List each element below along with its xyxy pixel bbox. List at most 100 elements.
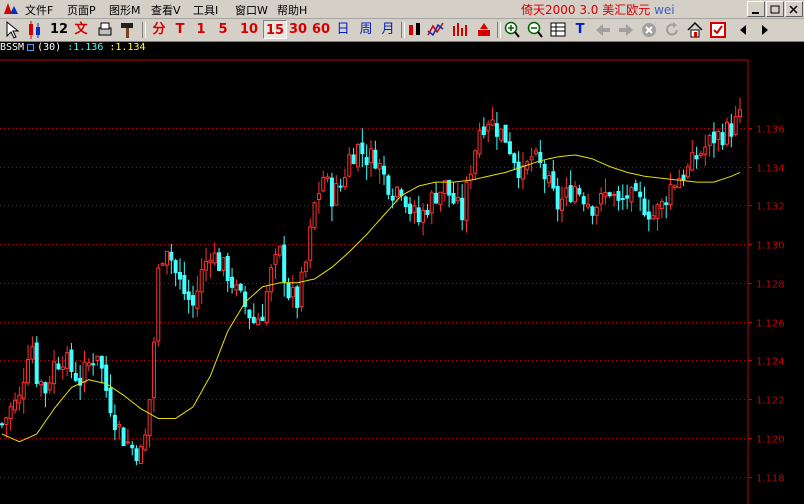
candle-body	[342, 176, 347, 188]
candle-body	[334, 182, 339, 206]
candle-body	[460, 197, 465, 221]
candle-body	[473, 150, 478, 174]
candle-body	[546, 174, 551, 184]
candle-body	[668, 184, 673, 205]
candle-body	[642, 198, 647, 216]
candle-body	[160, 263, 165, 266]
candle-body	[651, 215, 656, 220]
candle-body	[494, 123, 499, 137]
y-tick-label: 1.126	[756, 319, 785, 330]
candle-body	[282, 244, 287, 283]
candle-body	[612, 193, 617, 196]
candle-body	[134, 448, 139, 462]
candle-body	[707, 134, 712, 146]
candle-body	[468, 173, 473, 181]
candle-body	[685, 166, 690, 178]
y-tick-label: 1.118	[756, 474, 785, 485]
price-chart[interactable]: 1.118 1.120 1.122 1.124 1.126 1.128 1.130 1.132…	[0, 0, 804, 504]
candle-body	[364, 156, 369, 166]
candle-body	[577, 188, 582, 195]
candle-body	[586, 203, 591, 208]
candle-body	[698, 153, 703, 157]
candle-body	[269, 267, 274, 293]
candle-body	[646, 211, 651, 220]
candle-body	[112, 414, 117, 431]
candle-body	[4, 417, 9, 425]
candle-body	[295, 286, 300, 308]
candle-body	[724, 121, 729, 145]
candle-body	[321, 176, 326, 192]
candle-body	[373, 149, 378, 169]
candle-body	[204, 260, 209, 271]
candle-body	[73, 373, 78, 381]
candle-body	[199, 269, 204, 293]
candle-body	[390, 195, 395, 201]
candle-body	[455, 196, 460, 202]
candle-body	[551, 171, 556, 189]
candle-body	[672, 185, 677, 189]
y-tick-label: 1.134	[756, 164, 785, 175]
candle-body	[13, 399, 18, 411]
moving-average-line	[1, 154, 741, 443]
candle-body	[121, 427, 126, 447]
candle-body	[138, 446, 143, 464]
candle-body	[616, 191, 621, 201]
candle-body	[156, 267, 161, 342]
candle-body	[369, 148, 373, 164]
candle-body	[338, 185, 343, 188]
candle-body	[329, 177, 334, 207]
candle-body	[629, 186, 634, 203]
candle-body	[347, 154, 352, 177]
candle-body	[316, 193, 321, 200]
candle-body	[21, 381, 26, 400]
candle-body	[377, 163, 382, 170]
candle-body	[0, 423, 4, 426]
candle-body	[581, 196, 586, 205]
candle-body	[30, 346, 35, 360]
candle-body	[507, 141, 512, 155]
candle-body	[91, 363, 96, 366]
candle-body	[490, 119, 495, 126]
candle-body	[555, 185, 560, 210]
candle-body	[264, 291, 269, 323]
candle-body	[386, 175, 391, 195]
candle-body	[130, 444, 135, 449]
candle-body	[195, 290, 200, 309]
candle-body	[703, 146, 708, 155]
candle-body	[234, 284, 239, 291]
candle-body	[191, 295, 196, 306]
candle-body	[60, 366, 65, 370]
candle-body	[477, 130, 482, 155]
candle-body	[733, 116, 738, 135]
candle-body	[564, 187, 569, 198]
candle-body	[143, 434, 148, 451]
candle-body	[65, 352, 70, 369]
candle-body	[39, 381, 44, 386]
candle-body	[568, 185, 573, 202]
candle-body	[125, 441, 130, 444]
candle-body	[52, 361, 57, 385]
candle-body	[108, 387, 113, 414]
candle-body	[573, 186, 578, 203]
candle-body	[416, 207, 421, 223]
candle-body	[429, 192, 434, 214]
candle-body	[738, 109, 742, 118]
candle-body	[86, 362, 91, 367]
candle-body	[620, 197, 625, 200]
candle-body	[277, 246, 282, 256]
candle-body	[438, 191, 443, 206]
candle-body	[659, 200, 664, 210]
candle-body	[395, 186, 400, 198]
candle-body	[34, 342, 39, 385]
candle-body	[256, 318, 261, 326]
candle-body	[442, 180, 447, 195]
candle-body	[260, 316, 265, 322]
y-tick-label: 1.136	[756, 125, 785, 136]
candle-body	[221, 257, 226, 271]
candle-body	[434, 192, 439, 204]
candle-body	[43, 382, 48, 394]
candle-body	[273, 253, 278, 265]
y-tick-label: 1.122	[756, 396, 785, 407]
candle-body	[694, 155, 699, 160]
candle-body	[312, 202, 317, 229]
